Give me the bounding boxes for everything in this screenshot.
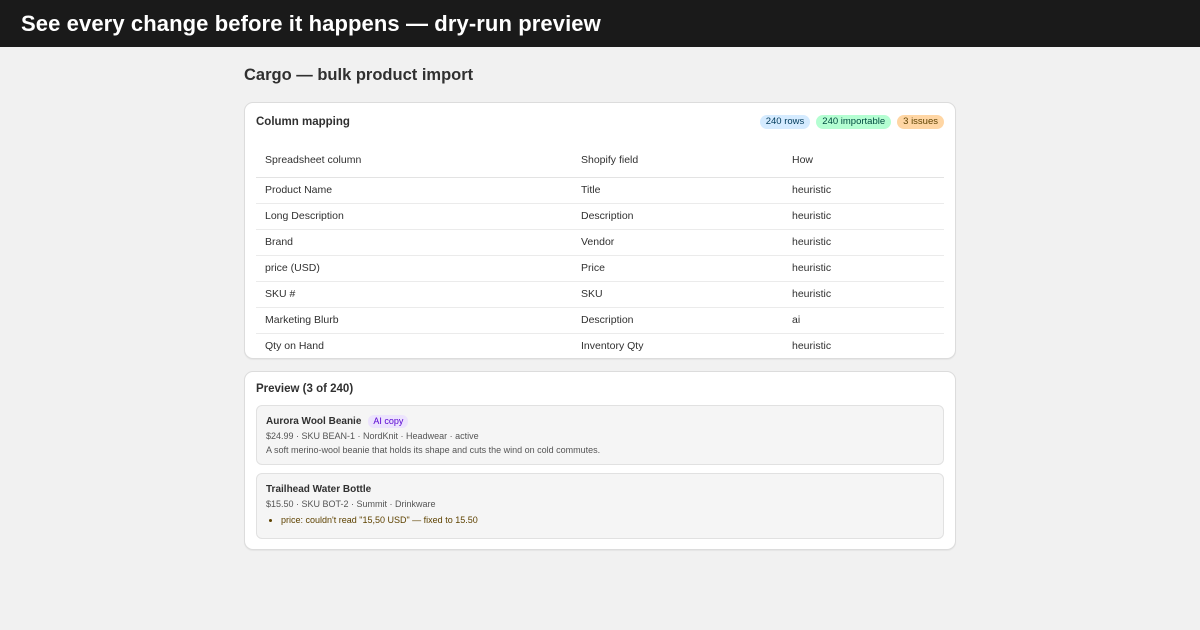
spreadsheet-column-cell: SKU # (256, 281, 572, 308)
top-banner: See every change before it happens — dry… (0, 0, 1200, 47)
shopify-field-cell: Description (572, 203, 783, 230)
spreadsheet-column-cell: price (USD) (256, 255, 572, 282)
how-cell: heuristic (783, 281, 944, 308)
shopify-field-cell: Price (572, 255, 783, 282)
issue-item: price: couldn't read "15,50 USD" — fixed… (281, 515, 934, 526)
header-spreadsheet-column: Spreadsheet column (256, 144, 572, 178)
table-row: SKU # SKU heuristic (256, 281, 944, 308)
column-mapping-header: Column mapping 240 rows 240 importable 3… (256, 113, 944, 131)
table-row: price (USD) Price heuristic (256, 255, 944, 282)
spreadsheet-column-cell: Marketing Blurb (256, 307, 572, 334)
spreadsheet-column-cell: Qty on Hand (265, 340, 324, 353)
preview-title: Preview (3 of 240) (256, 383, 354, 395)
mapping-table: Spreadsheet column Shopify field How Pro… (256, 144, 944, 359)
product-preview-item: Trailhead Water Bottle $15.50 · SKU BOT-… (256, 473, 944, 539)
product-meta: $24.99 · SKU BEAN-1 · NordKnit · Headwea… (266, 431, 479, 441)
how-cell: heuristic (783, 255, 944, 282)
product-description: A soft merino-wool beanie that holds its… (266, 445, 601, 455)
column-mapping-card: Column mapping 240 rows 240 importable 3… (244, 102, 956, 359)
shopify-field-cell: Vendor (572, 229, 783, 256)
how-cell: heuristic (783, 177, 944, 204)
product-meta: $15.50 · SKU BOT-2 · Summit · Drinkware (266, 499, 436, 509)
how-cell: heuristic (783, 229, 944, 256)
table-row: Brand Vendor heuristic (256, 229, 944, 256)
rows-badge: 240 rows (759, 115, 811, 129)
summary-badges: 240 rows 240 importable 3 issues (759, 115, 944, 129)
page-title: Cargo — bulk product import (244, 66, 474, 84)
product-preview-item: Aurora Wool Beanie AI copy $24.99 · SKU … (256, 405, 944, 465)
column-mapping-title: Column mapping (256, 116, 350, 128)
how-cell: heuristic (792, 340, 832, 353)
spreadsheet-column-cell: Brand (256, 229, 572, 256)
product-head: Trailhead Water Bottle (266, 482, 934, 496)
table-row: Long Description Description heuristic (256, 203, 944, 230)
shopify-field-cell: Title (572, 177, 783, 204)
product-head: Aurora Wool Beanie AI copy (266, 414, 934, 428)
how-cell: ai (783, 307, 944, 334)
mapping-table-header: Spreadsheet column Shopify field How (256, 144, 944, 178)
product-name: Aurora Wool Beanie (266, 415, 362, 427)
ai-copy-badge: AI copy (368, 414, 409, 428)
header-how: How (783, 144, 944, 178)
main-content: Cargo — bulk product import Column mappi… (244, 65, 956, 550)
importable-badge: 240 importable (816, 115, 892, 129)
table-row: Marketing Blurb Description ai (256, 307, 944, 334)
spreadsheet-column-cell: Product Name (256, 177, 572, 204)
issues-badge: 3 issues (897, 115, 944, 129)
shopify-field-cell: SKU (572, 281, 783, 308)
table-row: Qty on Hand Inventory Qty heuristic (256, 333, 944, 359)
product-name: Trailhead Water Bottle (266, 483, 372, 495)
preview-card: Preview (3 of 240) Aurora Wool Beanie AI… (244, 371, 956, 550)
shopify-field-cell: Inventory Qty (581, 340, 644, 353)
how-cell: heuristic (783, 203, 944, 230)
product-issues-list: price: couldn't read "15,50 USD" — fixed… (266, 515, 934, 526)
spreadsheet-column-cell: Long Description (256, 203, 572, 230)
banner-title: See every change before it happens — dry… (21, 10, 601, 36)
table-row: Product Name Title heuristic (256, 177, 944, 204)
header-shopify-field: Shopify field (572, 144, 783, 178)
shopify-field-cell: Description (572, 307, 783, 334)
